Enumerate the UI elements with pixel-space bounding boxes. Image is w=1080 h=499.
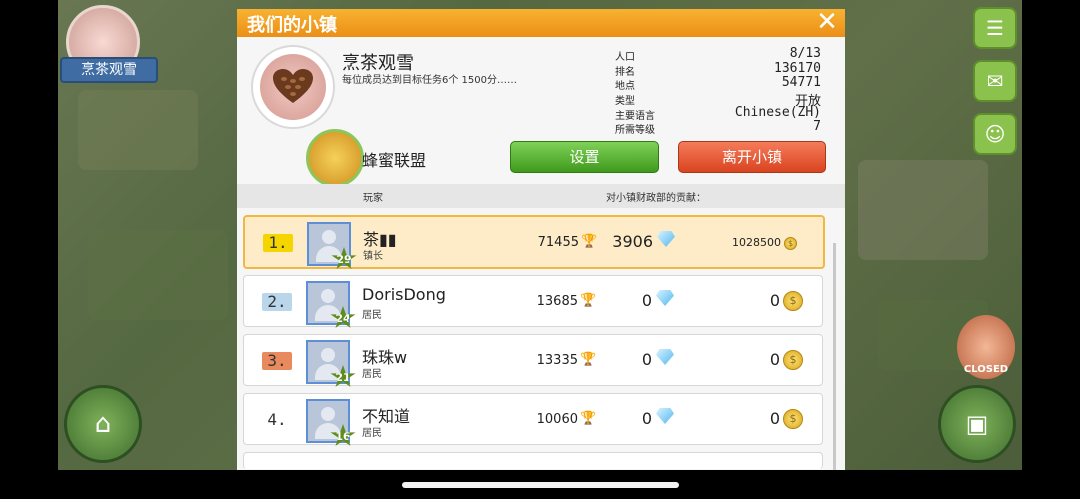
dialog-title-bar: 我们的小镇 ✕ <box>237 9 845 37</box>
rank-badge: 3. <box>262 352 292 370</box>
close-button[interactable]: ✕ <box>813 9 841 36</box>
trophy-icon: 🏆 <box>580 293 597 308</box>
trophy-count: 13335 <box>536 353 578 368</box>
coin-count: 0 <box>769 291 780 310</box>
coin-icon: $ <box>783 409 803 429</box>
member-row[interactable]: 2. 24 DorisDong 居民 13685 🏆 0 0 $ <box>243 275 823 328</box>
chat-icon: ✉ <box>986 69 1004 93</box>
honey-pot-icon <box>306 129 364 187</box>
list-menu-button[interactable]: ☰ <box>973 7 1017 49</box>
coin-count: 0 <box>769 409 780 428</box>
player-role: 居民 <box>362 310 382 321</box>
stat-language: 主要语言 Chinese(ZH) <box>615 104 821 122</box>
stat-required-level: 所需等级 7 <box>615 119 821 137</box>
friends-button[interactable]: ☺ <box>973 113 1017 155</box>
player-role: 镇长 <box>363 251 383 262</box>
stat-value: Chinese(ZH) <box>734 104 821 120</box>
closed-label: CLOSED <box>963 364 1009 375</box>
town-description: 每位成员达到目标任务6个 1500分…… <box>342 75 517 86</box>
trophy-icon: 🏆 <box>581 234 598 249</box>
friends-icon: ☺ <box>984 122 1006 146</box>
stat-rank: 排名 136170 <box>615 60 821 78</box>
balloon-shop-button[interactable]: CLOSED <box>957 315 1015 379</box>
town-stats: 人口 8/13 排名 136170 地点 54771 类型 开放 主要语言 Ch… <box>615 46 821 137</box>
stat-value: 136170 <box>774 60 821 76</box>
coin-icon: $ <box>784 237 797 250</box>
gem-count: 0 <box>641 350 652 369</box>
coffee-heart-icon <box>260 54 326 120</box>
player-role: 居民 <box>362 428 382 439</box>
list-icon: ☰ <box>986 16 1004 40</box>
stat-value: 7 <box>813 119 821 135</box>
coin-count: 0 <box>769 350 780 369</box>
town-tag[interactable]: 烹茶观雪 <box>60 57 158 83</box>
stat-population: 人口 8/13 <box>615 46 821 63</box>
alliance-name: 蜂蜜联盟 <box>362 151 427 170</box>
rank-badge: 1. <box>263 234 293 252</box>
rank-badge: 4. <box>267 410 287 429</box>
gem-icon <box>656 290 674 306</box>
coin-icon: $ <box>783 350 803 370</box>
trophy-count: 71455 <box>537 235 579 250</box>
chat-button[interactable]: ✉ <box>973 60 1017 102</box>
leave-town-button[interactable]: 离开小镇 <box>678 141 826 173</box>
cash-register-icon: ▣ <box>965 410 989 438</box>
town-crest <box>251 45 335 129</box>
member-row[interactable]: 4. 16 不知道 居民 10060 🏆 0 0 $ <box>243 393 823 446</box>
member-list-scrollbar[interactable] <box>833 243 836 470</box>
stat-type: 类型 开放 <box>615 91 821 109</box>
trophy-count: 13685 <box>536 294 578 309</box>
dialog-title: 我们的小镇 <box>247 15 337 36</box>
member-list-header: 玩家 对小镇财政部的贡献： <box>237 184 845 208</box>
town-info-dialog: 我们的小镇 ✕ 烹茶观雪 每位成员达到目标任务6个 1500分…… 人口 8/1… <box>237 9 845 470</box>
gem-icon <box>656 349 674 365</box>
stat-value: 54771 <box>781 75 821 91</box>
trophy-count: 10060 <box>536 412 578 427</box>
trophy-icon: 🏆 <box>580 411 597 426</box>
contribution-column-header: 对小镇财政部的贡献： <box>606 193 706 204</box>
trophy-icon: 🏆 <box>580 352 597 367</box>
gem-count: 3906 <box>612 232 653 251</box>
member-row[interactable]: 1. 29 茶▮▮ 镇长 71455 🏆 3906 1028500 $ <box>243 215 825 269</box>
gem-count: 0 <box>641 291 652 310</box>
coin-count: 1028500 <box>732 236 781 249</box>
cash-register-button[interactable]: ▣ <box>938 385 1016 463</box>
stat-value: 8/13 <box>789 46 821 61</box>
member-row[interactable]: 3. 21 珠珠w 居民 13335 🏆 0 0 $ <box>243 334 823 387</box>
gem-count: 0 <box>641 409 652 428</box>
gem-icon <box>657 231 675 247</box>
stat-location: 地点 54771 <box>615 75 821 92</box>
home-indicator[interactable] <box>402 482 679 488</box>
member-row-partial[interactable] <box>243 452 823 469</box>
player-column-header: 玩家 <box>363 193 383 204</box>
rank-badge: 2. <box>262 293 292 311</box>
settings-button[interactable]: 设置 <box>510 141 659 173</box>
gem-icon <box>656 408 674 424</box>
close-icon: ✕ <box>816 9 838 37</box>
player-name: DorisDong <box>362 285 446 304</box>
stat-label: 所需等级 <box>615 125 655 137</box>
decorate-button[interactable]: ⌂ <box>64 385 142 463</box>
player-role: 居民 <box>362 369 382 380</box>
coin-icon: $ <box>783 291 803 311</box>
